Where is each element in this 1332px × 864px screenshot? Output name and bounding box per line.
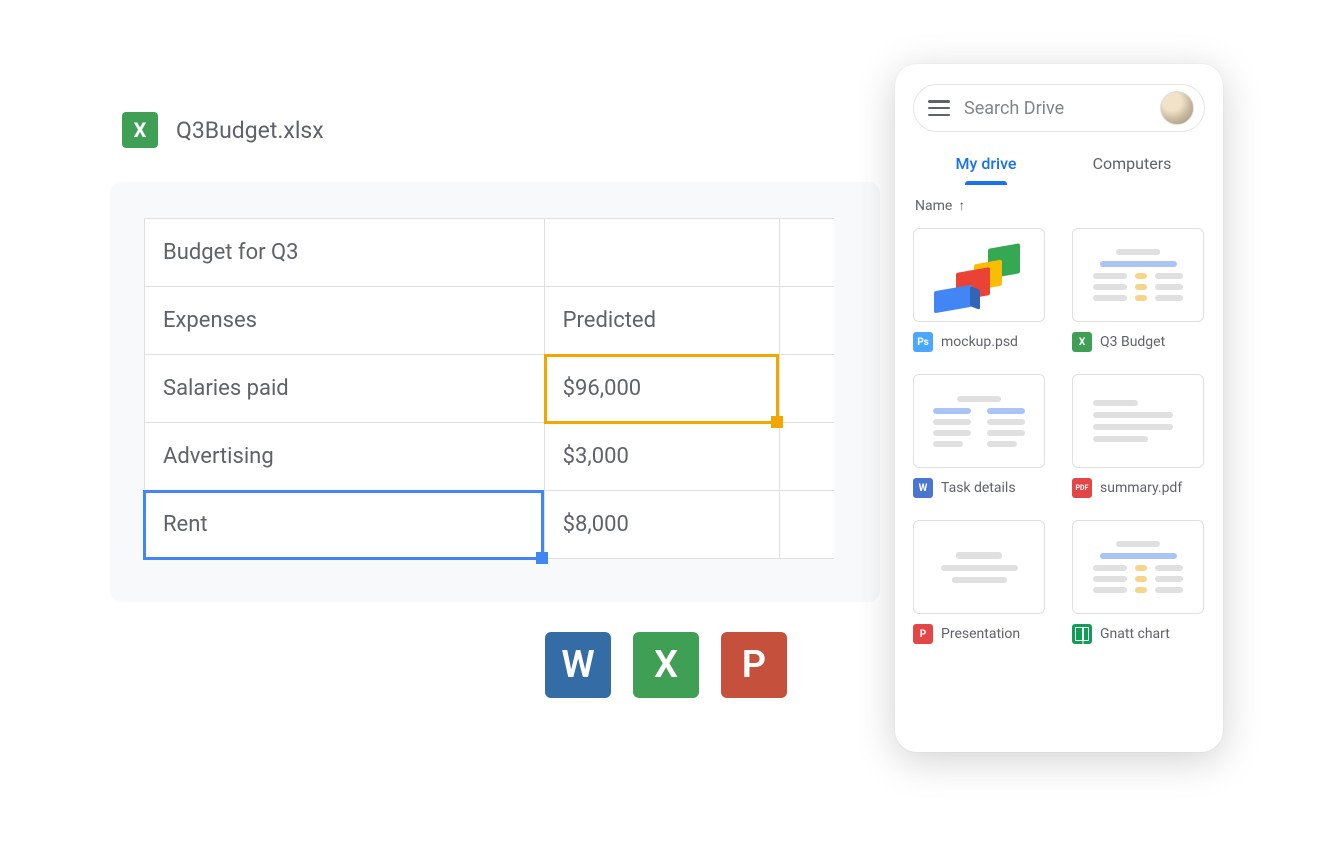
file-thumbnail xyxy=(913,374,1045,468)
cell[interactable]: Salaries paid xyxy=(145,355,545,423)
cell[interactable] xyxy=(779,355,834,423)
file-item[interactable]: P Presentation xyxy=(913,520,1046,644)
file-thumbnail xyxy=(1072,520,1204,614)
pdf-icon: PDF xyxy=(1072,478,1092,498)
photoshop-icon: Ps xyxy=(913,332,933,352)
excel-icon: X xyxy=(633,632,699,698)
search-input[interactable]: Search Drive xyxy=(964,98,1146,119)
file-item[interactable]: X Q3 Budget xyxy=(1072,228,1205,352)
table-row[interactable]: Rent $8,000 xyxy=(145,491,835,559)
file-header: X Q3Budget.xlsx xyxy=(122,112,324,148)
avatar[interactable] xyxy=(1160,91,1194,125)
menu-icon[interactable] xyxy=(928,100,950,116)
file-item[interactable]: PDF summary.pdf xyxy=(1072,374,1205,498)
file-thumbnail xyxy=(1072,374,1204,468)
file-item[interactable]: W Task details xyxy=(913,374,1046,498)
cell[interactable]: Expenses xyxy=(145,287,545,355)
file-grid: Ps mockup.psd xyxy=(913,228,1205,644)
table-row[interactable]: Budget for Q3 xyxy=(145,219,835,287)
table-row[interactable]: Salaries paid $96,000 xyxy=(145,355,835,423)
arrow-up-icon: ↑ xyxy=(958,197,965,214)
cell[interactable]: Advertising xyxy=(145,423,545,491)
table-row[interactable]: Advertising $3,000 xyxy=(145,423,835,491)
word-icon: W xyxy=(913,478,933,498)
excel-icon: X xyxy=(122,112,158,148)
cell[interactable]: Predicted xyxy=(544,287,779,355)
sort-control[interactable]: Name ↑ xyxy=(915,197,1205,214)
spreadsheet-card: Budget for Q3 Expenses Predicted Salarie… xyxy=(110,182,880,602)
excel-icon: X xyxy=(1072,332,1092,352)
drive-tabs: My drive Computers xyxy=(913,148,1205,183)
cell-selected-yellow[interactable]: $96,000 xyxy=(544,355,779,423)
sheets-icon xyxy=(1072,624,1092,644)
powerpoint-icon: P xyxy=(721,632,787,698)
file-name: summary.pdf xyxy=(1100,480,1182,496)
file-name: Task details xyxy=(941,480,1016,496)
file-item[interactable]: Gnatt chart xyxy=(1072,520,1205,644)
cell[interactable] xyxy=(779,219,834,287)
file-name: Q3 Budget xyxy=(1100,334,1165,350)
office-app-icons: W X P xyxy=(545,632,787,698)
file-thumbnail xyxy=(913,520,1045,614)
search-bar[interactable]: Search Drive xyxy=(913,84,1205,132)
drive-panel: Search Drive My drive Computers Name ↑ P… xyxy=(895,64,1223,752)
cell[interactable]: $8,000 xyxy=(544,491,779,559)
table-row[interactable]: Expenses Predicted xyxy=(145,287,835,355)
spreadsheet-table[interactable]: Budget for Q3 Expenses Predicted Salarie… xyxy=(144,218,834,559)
file-name: Presentation xyxy=(941,626,1020,642)
file-item[interactable]: Ps mockup.psd xyxy=(913,228,1046,352)
file-name: mockup.psd xyxy=(941,334,1018,350)
file-thumbnail xyxy=(1072,228,1204,322)
cell[interactable]: $3,000 xyxy=(544,423,779,491)
sort-label: Name xyxy=(915,198,952,214)
tab-my-drive[interactable]: My drive xyxy=(913,148,1059,183)
cell[interactable] xyxy=(779,287,834,355)
word-icon: W xyxy=(545,632,611,698)
file-thumbnail xyxy=(913,228,1045,322)
tab-computers[interactable]: Computers xyxy=(1059,148,1205,183)
cell[interactable] xyxy=(779,423,834,491)
cell-selected-blue[interactable]: Rent xyxy=(145,491,545,559)
powerpoint-icon: P xyxy=(913,624,933,644)
file-name: Q3Budget.xlsx xyxy=(176,117,324,144)
cell[interactable] xyxy=(779,491,834,559)
cell[interactable] xyxy=(544,219,779,287)
cell[interactable]: Budget for Q3 xyxy=(145,219,545,287)
file-name: Gnatt chart xyxy=(1100,626,1170,642)
